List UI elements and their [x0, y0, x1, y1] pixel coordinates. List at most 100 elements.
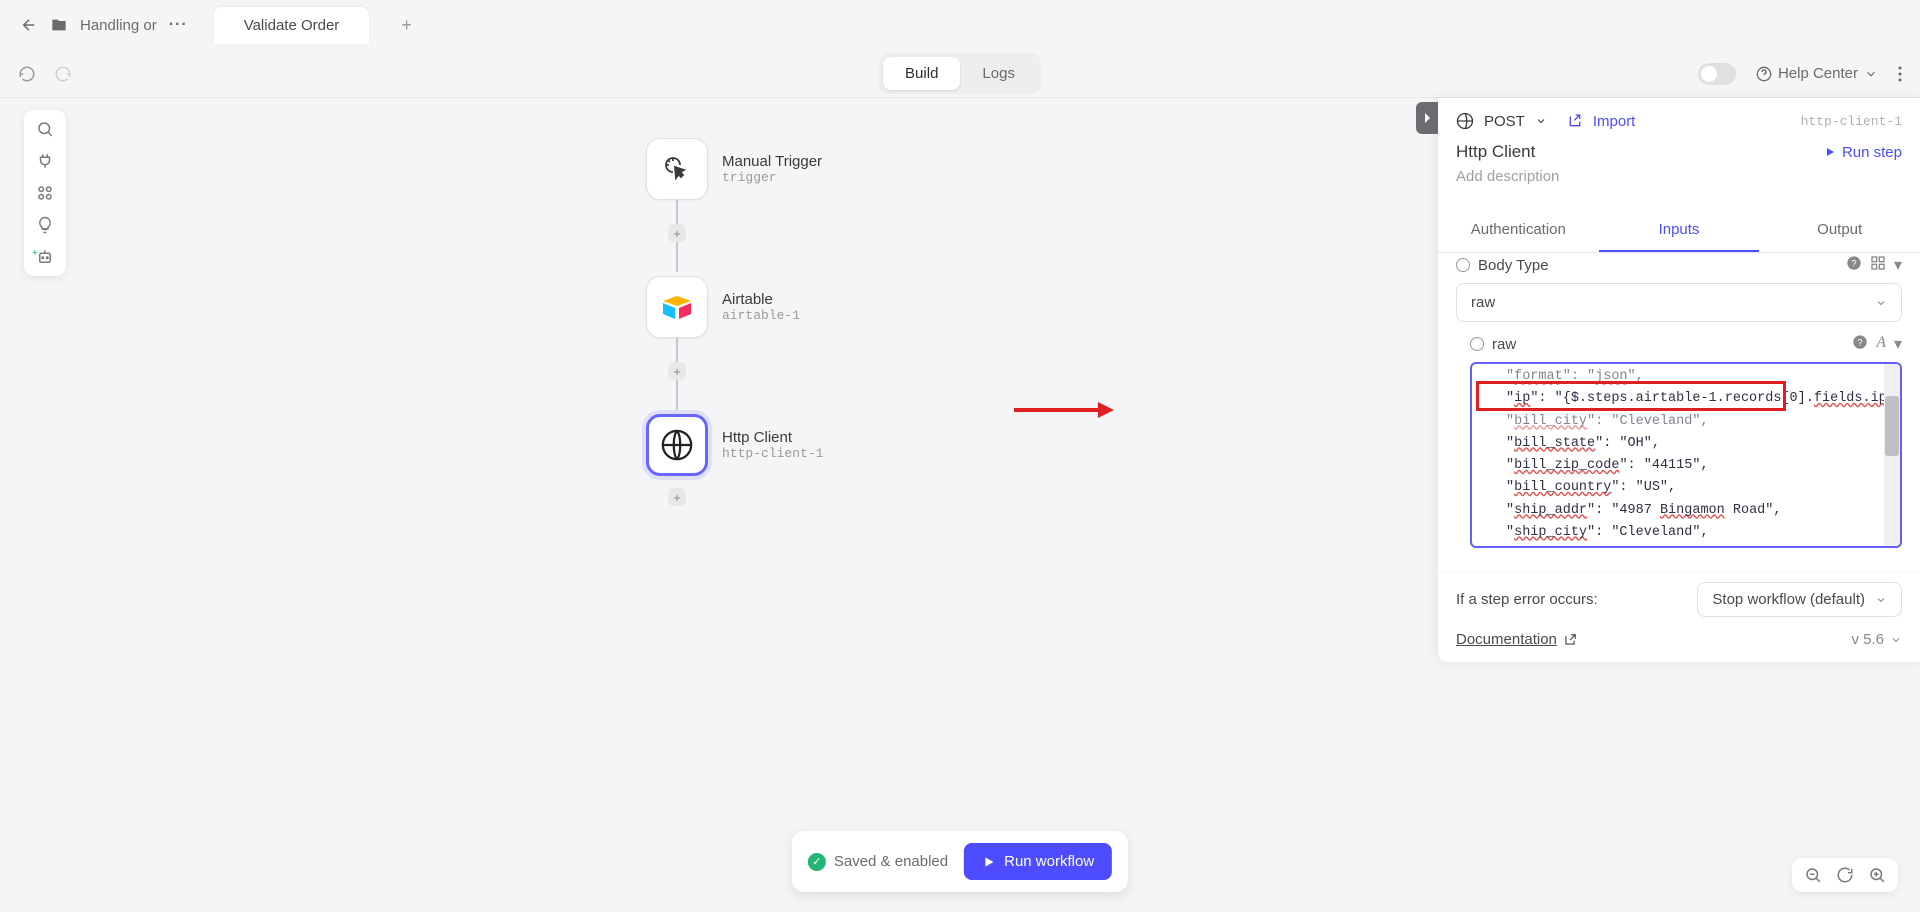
raw-label: raw: [1492, 336, 1516, 353]
redo-button[interactable]: [54, 65, 72, 83]
help-center-label: Help Center: [1778, 65, 1858, 82]
chevron-down-icon[interactable]: [1535, 115, 1547, 127]
add-tab-button[interactable]: +: [401, 15, 412, 36]
node-box[interactable]: [646, 414, 708, 476]
breadcrumb[interactable]: Handling or: [80, 17, 157, 34]
raw-body-editor[interactable]: "format": "json", "ip": "{$.steps.airtab…: [1470, 362, 1902, 548]
help-icon[interactable]: ?: [1852, 334, 1868, 354]
add-node-button[interactable]: +: [668, 224, 686, 242]
zoom-in-button[interactable]: [1868, 866, 1886, 884]
properties-panel: POST Import http-client-1 Http Client Ru…: [1438, 98, 1920, 662]
add-description[interactable]: Add description: [1456, 168, 1902, 185]
play-icon: [982, 855, 996, 869]
main-area: + + + + Manual Trigger trigger Airtable …: [0, 98, 1920, 912]
tab-active[interactable]: Validate Order: [214, 7, 370, 44]
node-title: Manual Trigger: [722, 153, 822, 170]
annotation-arrow: [1014, 398, 1114, 422]
import-button[interactable]: Import: [1593, 113, 1636, 130]
plug-icon[interactable]: [36, 152, 54, 170]
left-toolbar: +: [24, 110, 66, 276]
run-step-button[interactable]: Run step: [1824, 144, 1902, 161]
globe-icon: [660, 428, 694, 462]
client-id: http-client-1: [1801, 114, 1902, 129]
chevron-down-icon: [1864, 67, 1878, 81]
connector: [676, 380, 678, 410]
enable-toggle[interactable]: [1698, 63, 1736, 85]
second-bar: Build Logs Help Center: [0, 50, 1920, 98]
add-node-button[interactable]: +: [668, 488, 686, 506]
panel-title: Http Client: [1456, 142, 1535, 162]
chevron-down-icon: [1890, 634, 1902, 646]
saved-status: ✓ Saved & enabled: [808, 853, 948, 871]
node-subtitle: trigger: [722, 170, 822, 185]
method-label[interactable]: POST: [1484, 113, 1525, 130]
version-select[interactable]: v 5.6: [1851, 631, 1902, 648]
version-label: v 5.6: [1851, 631, 1884, 648]
connector: [676, 242, 678, 272]
caret-icon[interactable]: ▾: [1894, 255, 1902, 275]
svg-text:?: ?: [1858, 337, 1863, 347]
help-center-button[interactable]: Help Center: [1756, 65, 1878, 82]
radio-icon[interactable]: [1456, 258, 1470, 272]
node-box[interactable]: [646, 276, 708, 338]
caret-icon[interactable]: ▾: [1894, 334, 1902, 354]
ai-icon[interactable]: +: [36, 248, 54, 266]
node-http-client[interactable]: Http Client http-client-1: [646, 414, 823, 476]
run-workflow-button[interactable]: Run workflow: [964, 843, 1112, 880]
connector: [676, 198, 678, 226]
node-airtable[interactable]: Airtable airtable-1: [646, 276, 800, 338]
body-type-select[interactable]: raw: [1456, 283, 1902, 322]
bottom-bar: ✓ Saved & enabled Run workflow: [792, 831, 1128, 892]
node-subtitle: http-client-1: [722, 446, 823, 461]
play-icon: [1824, 146, 1836, 158]
back-button[interactable]: [20, 16, 38, 34]
panel-body: Body Type ? ▾ raw raw ? A ▾: [1438, 253, 1920, 571]
modules-icon[interactable]: [36, 184, 54, 202]
saved-label: Saved & enabled: [834, 853, 948, 870]
node-subtitle: airtable-1: [722, 308, 800, 323]
tab-output[interactable]: Output: [1759, 209, 1920, 252]
globe-icon: [1456, 112, 1474, 130]
panel-tabs: Authentication Inputs Output: [1438, 209, 1920, 253]
check-icon: ✓: [808, 853, 826, 871]
radio-icon[interactable]: [1470, 337, 1484, 351]
body-type-label: Body Type: [1478, 257, 1549, 274]
run-step-label: Run step: [1842, 144, 1902, 161]
node-box[interactable]: [646, 138, 708, 200]
build-tab[interactable]: Build: [883, 57, 960, 90]
body-type-value: raw: [1471, 294, 1495, 311]
view-mode-icon[interactable]: [1870, 255, 1886, 275]
tab-inputs[interactable]: Inputs: [1599, 209, 1760, 252]
more-menu[interactable]: [1898, 66, 1902, 82]
add-node-button[interactable]: +: [668, 362, 686, 380]
zoom-out-button[interactable]: [1804, 866, 1822, 884]
font-icon[interactable]: A: [1876, 334, 1886, 354]
step-error-label: If a step error occurs:: [1456, 591, 1598, 608]
cursor-click-icon: [661, 153, 693, 185]
doc-label: Documentation: [1456, 631, 1557, 648]
step-error-value: Stop workflow (default): [1712, 591, 1865, 608]
undo-button[interactable]: [18, 65, 36, 83]
scrollbar[interactable]: [1884, 364, 1900, 546]
panel-header: POST Import http-client-1 Http Client Ru…: [1438, 98, 1920, 195]
top-bar: Handling or ··· Validate Order +: [0, 0, 1920, 50]
chevron-down-icon: [1875, 297, 1887, 309]
zoom-controls: [1792, 858, 1898, 892]
search-icon[interactable]: [36, 120, 54, 138]
documentation-link[interactable]: Documentation: [1456, 631, 1577, 648]
help-icon[interactable]: ?: [1846, 255, 1862, 275]
svg-text:?: ?: [1851, 258, 1856, 268]
folder-icon: [50, 17, 68, 33]
import-icon: [1567, 113, 1583, 129]
connector: [676, 336, 678, 364]
step-error-select[interactable]: Stop workflow (default): [1697, 582, 1902, 617]
tab-authentication[interactable]: Authentication: [1438, 209, 1599, 252]
lightbulb-icon[interactable]: [36, 216, 54, 234]
node-trigger[interactable]: Manual Trigger trigger: [646, 138, 822, 200]
chevron-down-icon: [1875, 594, 1887, 606]
breadcrumb-more[interactable]: ···: [169, 16, 188, 34]
panel-collapse-button[interactable]: [1416, 102, 1438, 134]
zoom-reset-button[interactable]: [1836, 866, 1854, 884]
airtable-icon: [660, 293, 694, 321]
logs-tab[interactable]: Logs: [960, 57, 1037, 90]
